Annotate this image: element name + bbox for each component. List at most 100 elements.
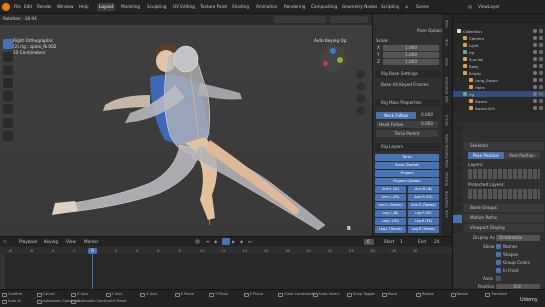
pose-position-button[interactable]: Pose Position — [468, 152, 504, 159]
sidebar-tab[interactable]: Shading — [444, 172, 448, 186]
camera-visibility-icon[interactable] — [539, 92, 543, 96]
rig-layer-button[interactable]: Arm.R (FK) — [408, 194, 439, 201]
rig-layer-button[interactable]: Arm.L (Tweak) — [375, 202, 406, 209]
modifier-tab-icon[interactable] — [453, 195, 462, 203]
sidebar-tab[interactable]: Tool — [444, 39, 448, 46]
menu-file[interactable]: File — [14, 4, 21, 9]
sidebar-tab[interactable]: Create — [444, 115, 448, 126]
overlay-buttons[interactable] — [330, 16, 368, 23]
camera-visibility-icon[interactable] — [539, 64, 543, 68]
outliner-row[interactable]: Long_Sword — [453, 77, 545, 83]
outliner-row[interactable]: Empty — [453, 70, 545, 76]
outliner-row[interactable]: Collection — [453, 28, 545, 34]
tab-rendering[interactable]: Rendering — [282, 3, 307, 11]
tab-compositing[interactable]: Compositing — [309, 3, 339, 11]
tool-tab-icon[interactable] — [453, 125, 462, 133]
rig-layer-button[interactable]: Arm.R (IK) — [408, 186, 439, 193]
eye-icon[interactable] — [533, 43, 537, 47]
eye-icon[interactable] — [533, 50, 537, 54]
camera-visibility-icon[interactable] — [539, 57, 543, 61]
in-front-checkbox[interactable] — [496, 268, 501, 273]
neck-follow-slider[interactable]: Neck Follow — [376, 112, 416, 119]
tab-scripting[interactable]: Scripting — [379, 3, 399, 11]
tab-texture-paint[interactable]: Texture Paint — [198, 3, 229, 11]
outliner-row[interactable]: Camera — [453, 35, 545, 41]
outliner-row[interactable]: Light — [453, 42, 545, 48]
scale-z-field[interactable]: 1.000 — [383, 59, 439, 65]
rig-layer-button[interactable]: Torso (Tweak) — [375, 162, 439, 169]
viewlayer-name[interactable]: ViewLayer — [478, 4, 500, 9]
eye-icon[interactable] — [533, 36, 537, 40]
3d-viewport[interactable]: Rotation: -18.94 Right Orthographic (2) … — [0, 14, 372, 236]
camera-visibility-icon[interactable] — [539, 43, 543, 47]
eye-icon[interactable] — [533, 106, 537, 110]
outliner-row[interactable]: Body — [453, 63, 545, 69]
view-layer-tab-icon[interactable] — [453, 155, 462, 163]
axes-checkbox[interactable] — [496, 276, 501, 281]
sidebar-tab[interactable]: View — [444, 58, 448, 66]
torso-parent-dropdown[interactable]: Torso Parent — [376, 130, 438, 137]
rig-layer-button[interactable]: Leg.R (Tweak) — [408, 226, 439, 233]
tab-geometry-nodes[interactable]: Geometry Nodes — [340, 3, 379, 11]
scene-tab-icon[interactable] — [453, 165, 462, 173]
rest-position-button[interactable]: Rest Position — [504, 152, 540, 159]
eye-icon[interactable] — [533, 99, 537, 103]
armature-layers-grid[interactable] — [468, 169, 540, 179]
camera-visibility-icon[interactable] — [539, 29, 543, 33]
eye-icon[interactable] — [533, 92, 537, 96]
outliner-row[interactable]: Sword.001 — [453, 105, 545, 111]
rig-layer-button[interactable]: Fingers — [375, 170, 439, 177]
rig-layer-button[interactable]: Leg.L (IK) — [375, 210, 406, 217]
scale-y-field[interactable]: 1.000 — [383, 52, 439, 58]
bone-tab-icon[interactable] — [453, 225, 462, 233]
menu-render[interactable]: Render — [37, 4, 52, 9]
motion-paths-header[interactable]: Motion Paths — [464, 214, 544, 222]
camera-visibility-icon[interactable] — [539, 36, 543, 40]
eye-icon[interactable] — [533, 71, 537, 75]
rig-layer-button[interactable]: Arm.L (FK) — [375, 194, 406, 201]
eye-icon[interactable] — [533, 78, 537, 82]
timeline[interactable]: ◷ Playback Keying View Marker ⏮ ◆ ▶ ◆ ⏭ … — [0, 236, 452, 290]
outliner-row[interactable]: rig — [453, 91, 545, 98]
object-tab-icon[interactable] — [453, 185, 462, 193]
shapes-checkbox[interactable] — [496, 252, 501, 257]
tab-layout[interactable]: Layout — [97, 3, 116, 11]
group-colors-checkbox[interactable] — [496, 260, 501, 265]
blender-logo-icon[interactable] — [2, 3, 10, 11]
sidebar-tab[interactable]: BoneAtlas — [444, 191, 448, 208]
menu-window[interactable]: Window — [57, 4, 74, 9]
outliner-row[interactable]: Sword — [453, 98, 545, 104]
camera-visibility-icon[interactable] — [539, 106, 543, 110]
output-tab-icon[interactable] — [453, 145, 462, 153]
tab-sculpting[interactable]: Sculpting — [145, 3, 169, 11]
menu-edit[interactable]: Edit — [24, 4, 32, 9]
world-tab-icon[interactable] — [453, 175, 462, 183]
scale-x-field[interactable]: 1.000 — [383, 45, 439, 51]
camera-visibility-icon[interactable] — [539, 99, 543, 103]
tab-modeling[interactable]: Modeling — [119, 3, 142, 11]
render-tab-icon[interactable] — [453, 135, 462, 143]
rig-layer-button[interactable]: Arm.R (Tweak) — [408, 202, 439, 209]
protected-layers-grid[interactable] — [468, 189, 540, 199]
pose-options-label[interactable]: Pose Options — [417, 28, 444, 33]
scene-name[interactable]: Scene — [416, 4, 429, 9]
sidebar-tab[interactable]: Animation — [444, 77, 448, 94]
eye-icon[interactable] — [533, 57, 537, 61]
tab-uv-editing[interactable]: UV Editing — [171, 3, 197, 11]
tab-shading[interactable]: Shading — [230, 3, 251, 11]
constraint-tab-icon[interactable] — [453, 205, 462, 213]
viewport-display-header[interactable]: Viewport Display — [464, 224, 544, 232]
tab-animation[interactable]: Animation — [254, 3, 279, 11]
camera-visibility-icon[interactable] — [539, 71, 543, 75]
skeleton-header[interactable]: Skeleton — [464, 142, 544, 150]
rig-layer-button[interactable]: Torso — [375, 154, 439, 161]
bone-groups-header[interactable]: Bone Groups — [464, 204, 544, 212]
bake-all-keyed-button[interactable]: Bake All Keyed Frames — [381, 82, 429, 87]
camera-visibility-icon[interactable] — [539, 78, 543, 82]
outliner-row[interactable]: Sun.fall — [453, 56, 545, 62]
eye-icon[interactable] — [533, 64, 537, 68]
sidebar-tab[interactable]: Rig Main — [444, 153, 448, 168]
sidebar-tab[interactable]: Edit — [444, 96, 448, 103]
eye-icon[interactable] — [533, 29, 537, 33]
shading-buttons[interactable] — [274, 16, 326, 23]
